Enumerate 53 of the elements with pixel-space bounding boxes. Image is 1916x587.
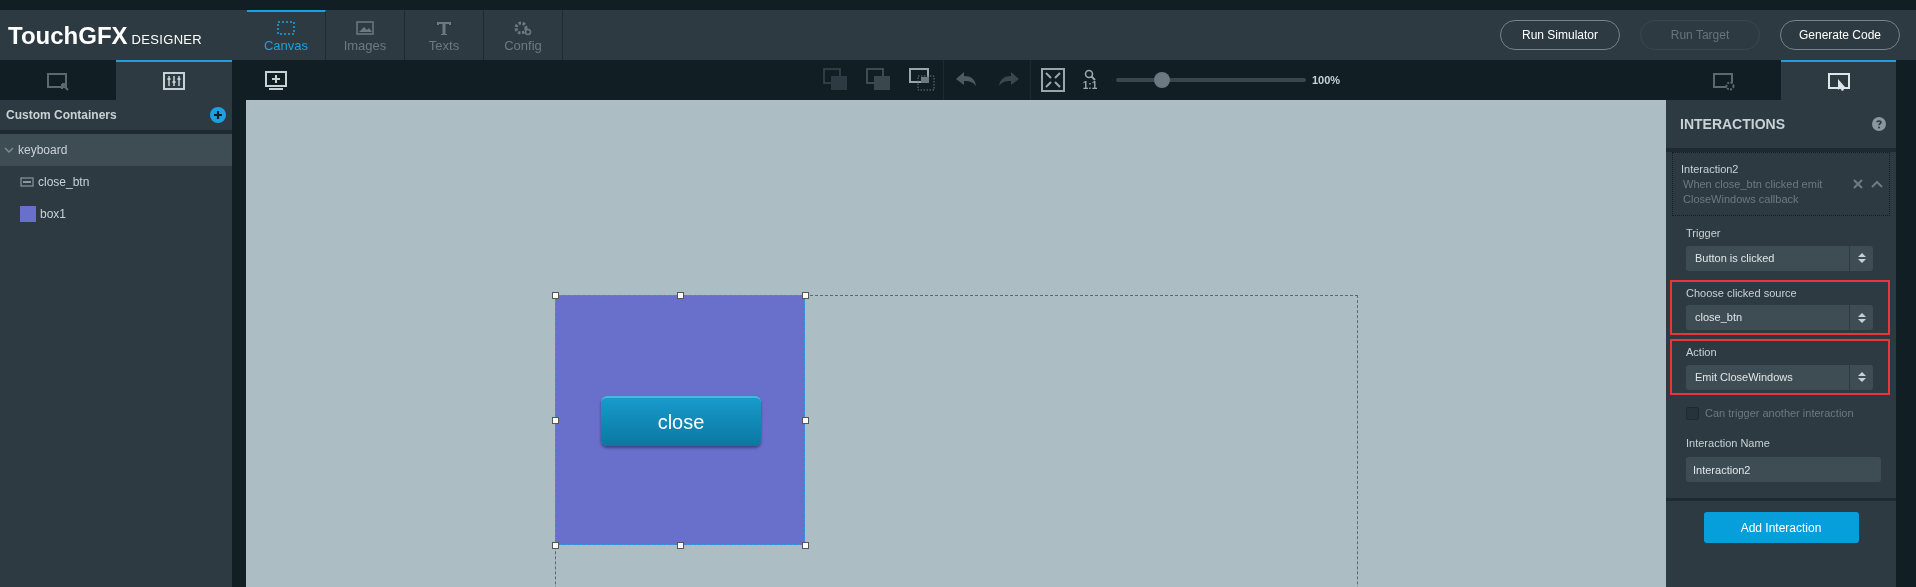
resize-handle[interactable] — [552, 292, 559, 299]
add-screen-icon[interactable] — [264, 70, 288, 90]
field-label: Interaction Name — [1686, 435, 1771, 451]
chevron-up-icon[interactable] — [1871, 180, 1883, 188]
slider-thumb[interactable] — [1153, 72, 1170, 88]
screen-pointer-icon — [46, 71, 70, 91]
brand-logo: TouchGFX — [8, 24, 128, 48]
arrange-icon[interactable] — [907, 67, 936, 93]
up-down-icon — [1856, 311, 1867, 324]
tree-item[interactable]: close_btn — [0, 166, 232, 198]
resize-handle[interactable] — [677, 292, 684, 299]
close-icon[interactable] — [1853, 179, 1863, 189]
selection-icon — [276, 20, 296, 36]
zoom-slider[interactable] — [1116, 72, 1306, 88]
close-button[interactable]: close — [601, 396, 761, 446]
tree-item[interactable]: keyboard — [0, 134, 232, 166]
image-icon — [355, 20, 375, 36]
text-input[interactable]: Interaction2 — [1686, 457, 1881, 482]
resize-handle[interactable] — [677, 542, 684, 549]
resize-handle[interactable] — [802, 542, 809, 549]
panel-title: INTERACTIONS — [1680, 114, 1785, 134]
field-label: Trigger — [1686, 226, 1722, 241]
resize-handle[interactable] — [552, 542, 559, 549]
up-down-icon — [1856, 252, 1867, 264]
resize-handle[interactable] — [802, 417, 809, 424]
field-label: Choose clicked source — [1686, 285, 1798, 301]
field-label: Action — [1686, 345, 1718, 360]
resize-handle[interactable] — [552, 417, 559, 424]
screen-gear-icon — [1711, 71, 1736, 91]
button-widget-icon — [20, 177, 34, 187]
add-icon[interactable] — [210, 107, 226, 123]
tree-item[interactable]: box1 — [0, 198, 232, 230]
search-icon — [1084, 69, 1096, 81]
interaction-name: Interaction2 — [1681, 161, 1740, 177]
up-down-icon — [1856, 371, 1867, 383]
chevron-down-icon[interactable] — [4, 146, 14, 154]
checkbox-label: Can trigger another interaction — [1705, 406, 1854, 422]
panel-title: Custom Containers — [6, 107, 117, 124]
select-field[interactable]: Button is clicked — [1686, 245, 1873, 271]
sliders-icon — [162, 71, 186, 91]
reset-zoom-button[interactable]: 1:1 — [1082, 81, 1098, 91]
text-icon — [434, 20, 454, 36]
interaction-summary: When close_btn clicked emit CloseWindows callback — [1682, 177, 1824, 208]
resize-handle[interactable] — [802, 292, 809, 299]
zoom-reading: 100% — [1312, 72, 1341, 88]
panel-tab[interactable] — [1781, 60, 1896, 100]
help-icon[interactable] — [1872, 117, 1886, 131]
panel-tab[interactable] — [116, 60, 232, 100]
select-field[interactable]: Emit CloseWindows — [1686, 364, 1873, 390]
screen-hand-icon — [1826, 71, 1851, 91]
select-field[interactable]: close_btn — [1686, 305, 1873, 330]
product-name: DESIGNER — [131, 33, 203, 48]
fit-to-screen-icon[interactable] — [1038, 67, 1067, 93]
